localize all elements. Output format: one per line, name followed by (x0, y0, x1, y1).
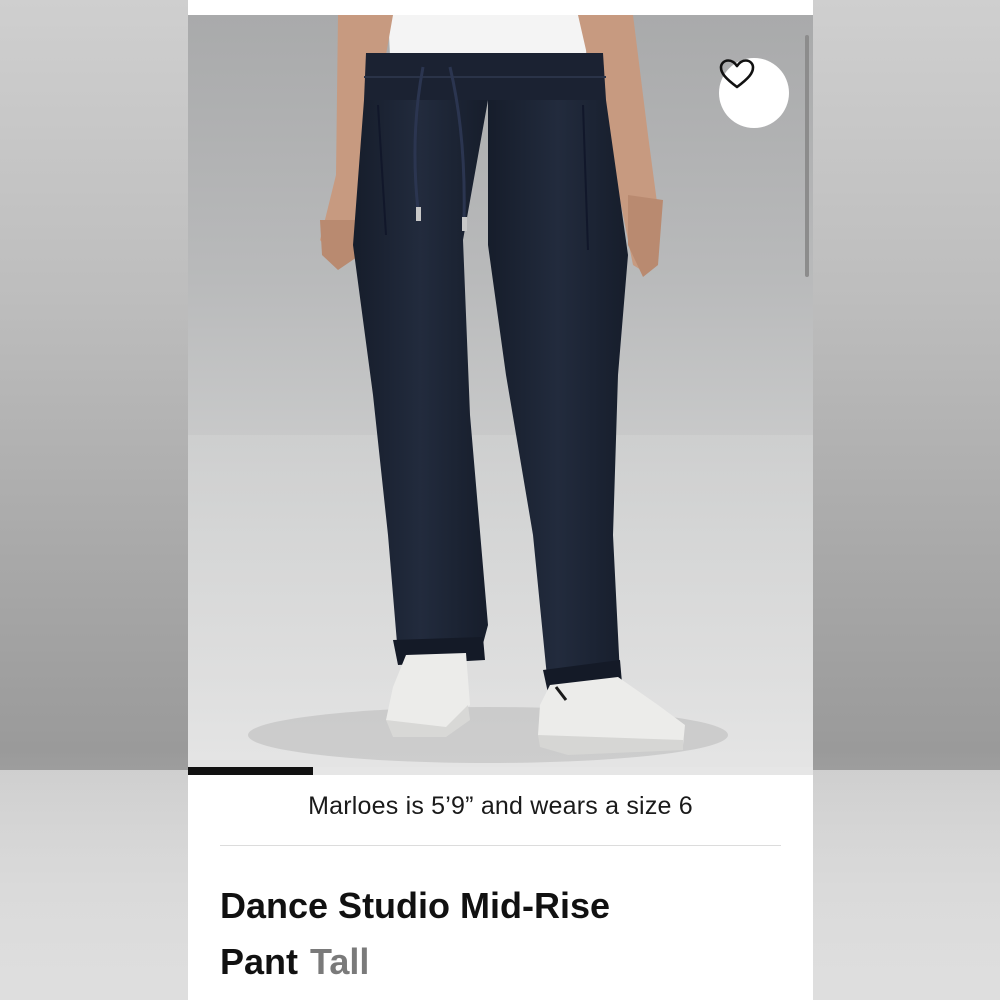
heart-outline-icon (719, 59, 755, 89)
product-image[interactable] (188, 15, 813, 775)
product-title: Dance Studio Mid-Rise Pant Tall (220, 878, 780, 990)
favorite-button[interactable] (719, 58, 789, 128)
image-scrollbar[interactable] (805, 35, 809, 277)
divider (220, 845, 781, 846)
product-title-line1: Dance Studio Mid-Rise (220, 885, 611, 926)
model-size-caption: Marloes is 5’9” and wears a size 6 (308, 792, 693, 820)
product-photo-illustration (188, 15, 813, 775)
product-title-line2: Pant (220, 941, 299, 982)
blurred-background-right (813, 0, 1000, 1000)
image-carousel-progress (188, 767, 813, 775)
product-variant-label: Tall (310, 941, 370, 982)
carousel-active-indicator (188, 767, 313, 775)
product-page: Marloes is 5’9” and wears a size 6 Dance… (188, 0, 813, 1000)
blurred-background-left (0, 0, 188, 1000)
